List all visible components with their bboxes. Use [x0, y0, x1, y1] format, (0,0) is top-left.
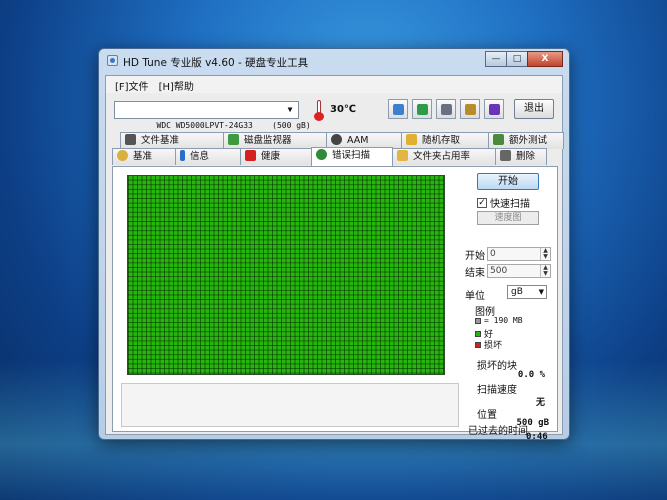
maximize-button[interactable]: □ — [506, 51, 528, 67]
green-swatch-icon — [475, 330, 481, 337]
error-scan-panel: 开始 ✓ 快速扫描 速度图 开始 0 ▲ ▼ 结束 500 ▲ ▼ 单位 gB … — [112, 166, 558, 432]
random-icon — [406, 134, 417, 145]
legend-block-size: = 190 MB — [475, 316, 523, 325]
menu-file[interactable]: [F]文件 — [110, 76, 154, 93]
tab-error-scan[interactable]: 错误扫描 — [311, 147, 393, 166]
menu-bar: [F]文件 [H]帮助 — [106, 76, 562, 93]
spinner-icon[interactable]: ▲ ▼ — [540, 265, 550, 277]
quick-scan-checkbox[interactable]: ✓ 快速扫描 — [477, 195, 530, 210]
health-cross-icon — [245, 150, 256, 161]
tab-extra-tests[interactable]: 额外测试 — [488, 132, 564, 149]
window-title: HD Tune 专业版 v4.60 - 硬盘专业工具 — [123, 57, 309, 69]
save-icon[interactable] — [412, 99, 432, 119]
trash-icon — [500, 150, 511, 161]
drive-select-value: WDC WD5000LPVT-24G33 (500 gB) — [156, 121, 311, 130]
folder-icon — [397, 150, 408, 161]
tab-file-benchmark[interactable]: 文件基准 — [120, 132, 224, 149]
start-field-label: 开始 — [465, 251, 485, 262]
end-field-input[interactable]: 500 ▲ ▼ — [487, 264, 551, 278]
close-button[interactable]: X — [527, 51, 563, 67]
tabs-row-bottom: 基准 信息 健康 错误扫描 文件夹占用率 删除 — [112, 147, 547, 166]
window-controls: — □ X — [485, 51, 563, 67]
start-field-input[interactable]: 0 ▲ ▼ — [487, 247, 551, 261]
magnifier-icon — [316, 149, 327, 160]
exit-button[interactable]: 退出 — [514, 99, 554, 119]
scan-log-area — [121, 383, 459, 427]
tab-random-access[interactable]: 随机存取 — [401, 132, 489, 149]
extra-tests-icon — [493, 134, 504, 145]
tab-info[interactable]: 信息 — [175, 148, 241, 165]
chevron-down-icon: ▼ — [287, 105, 293, 114]
position-label: 位置 — [477, 410, 497, 421]
unit-select[interactable]: gB ▼ — [507, 285, 547, 299]
temperature-readout: 30℃ — [330, 104, 357, 115]
check-icon: ✓ — [477, 197, 487, 208]
download-icon[interactable] — [484, 99, 504, 119]
red-swatch-icon — [475, 341, 481, 348]
scan-speed-value: 无 — [535, 398, 545, 408]
tab-benchmark[interactable]: 基准 — [112, 148, 176, 165]
copy-icon[interactable] — [388, 99, 408, 119]
client-area: [F]文件 [H]帮助 WDC WD5000LPVT-24G33 (500 gB… — [105, 75, 564, 442]
elapsed-time-label: 已过去的时间 — [468, 426, 528, 437]
damaged-blocks-label: 损坏的块 — [477, 361, 517, 372]
info-icon — [180, 150, 185, 161]
speaker-icon — [331, 134, 342, 145]
legend-damaged: 损坏 — [475, 338, 502, 351]
tab-erase[interactable]: 删除 — [495, 148, 547, 165]
damaged-blocks-value: 0.0 % — [517, 370, 545, 380]
menu-help[interactable]: [H]帮助 — [154, 76, 199, 93]
unit-label: 单位 — [465, 291, 485, 302]
chevron-down-icon: ▼ — [538, 288, 544, 296]
tab-health[interactable]: 健康 — [240, 148, 312, 165]
tab-folder-usage[interactable]: 文件夹占用率 — [392, 148, 496, 165]
quick-scan-label: 快速扫描 — [490, 199, 530, 210]
benchmark-icon — [117, 150, 128, 161]
toolbar: WDC WD5000LPVT-24G33 (500 gB) ▼ 30℃ 退出 — [106, 93, 562, 130]
title-bar[interactable]: HD Tune 专业版 v4.60 - 硬盘专业工具 — □ X — [99, 49, 569, 73]
app-icon — [107, 55, 118, 66]
thermometer-icon — [313, 99, 325, 121]
scan-speed-label: 扫描速度 — [477, 385, 517, 396]
elapsed-time-value: 0:46 — [526, 432, 548, 442]
speed-map-button[interactable]: 速度图 — [477, 211, 539, 225]
end-field-label: 结束 — [465, 268, 485, 279]
hdtune-window: HD Tune 专业版 v4.60 - 硬盘专业工具 — □ X [F]文件 [… — [98, 48, 570, 442]
tool-icons — [388, 99, 504, 119]
gray-swatch-icon — [475, 317, 481, 324]
file-icon — [125, 134, 136, 145]
drive-select[interactable]: WDC WD5000LPVT-24G33 (500 gB) ▼ — [114, 101, 311, 130]
scan-controls: 开始 ✓ 快速扫描 速度图 开始 0 ▲ ▼ 结束 500 ▲ ▼ 单位 gB … — [463, 167, 555, 433]
start-button[interactable]: 开始 — [477, 173, 539, 190]
minimize-button[interactable]: — — [485, 51, 507, 67]
monitor-icon — [228, 134, 239, 145]
tools-icon[interactable] — [460, 99, 480, 119]
block-map — [127, 175, 445, 375]
spinner-icon[interactable]: ▲ ▼ — [540, 248, 550, 260]
disk-icon[interactable] — [436, 99, 456, 119]
